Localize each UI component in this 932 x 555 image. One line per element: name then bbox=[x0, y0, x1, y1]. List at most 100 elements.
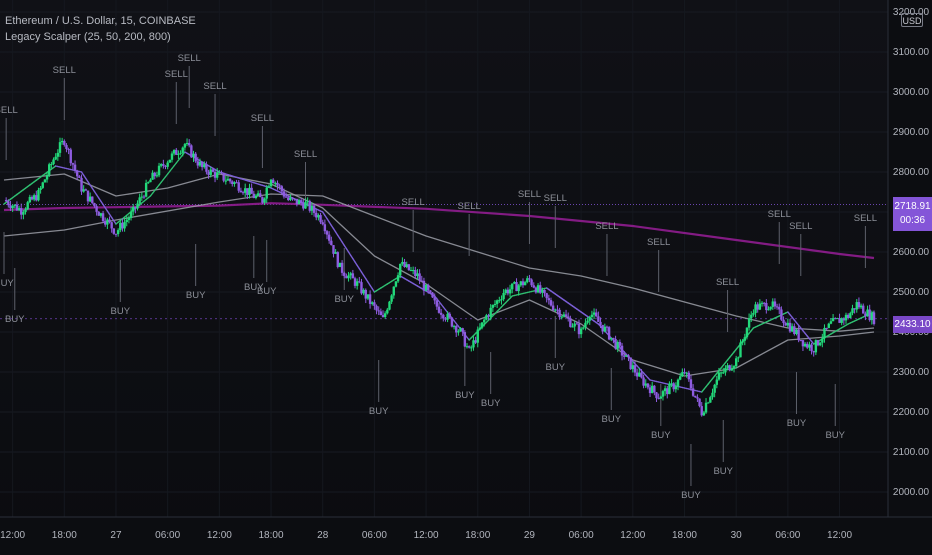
candle-body bbox=[827, 323, 830, 328]
candle-body bbox=[745, 327, 749, 338]
candle-body bbox=[196, 161, 200, 166]
candle-body bbox=[717, 372, 721, 380]
candle-body bbox=[646, 383, 650, 388]
candle-body bbox=[795, 329, 798, 335]
candle-body bbox=[147, 182, 150, 184]
ma800-price-tag: 2718.91 00:36 bbox=[893, 197, 932, 231]
candle-body bbox=[495, 300, 499, 304]
indicator-legend[interactable]: Legacy Scalper (25, 50, 200, 800) bbox=[5, 31, 171, 43]
candle-body bbox=[687, 372, 691, 380]
time-tick-label: 27 bbox=[110, 530, 122, 541]
candle-body bbox=[726, 365, 729, 368]
candle-body bbox=[666, 388, 669, 395]
time-tick-label: 12:00 bbox=[0, 530, 25, 541]
candle-body bbox=[831, 318, 835, 322]
candle-body bbox=[299, 200, 303, 204]
currency-button[interactable]: USD bbox=[901, 13, 923, 27]
candle-body bbox=[629, 357, 632, 370]
candle-body bbox=[567, 316, 570, 319]
candle-body bbox=[304, 201, 307, 209]
grid-layer bbox=[0, 0, 888, 517]
candle-body bbox=[282, 191, 286, 197]
candle-body bbox=[278, 185, 281, 187]
candle-body bbox=[228, 178, 232, 182]
candle-body bbox=[829, 321, 833, 324]
candle-body bbox=[250, 187, 253, 194]
candle-body bbox=[116, 230, 120, 235]
candle-body bbox=[737, 357, 740, 359]
time-tick-label: 12:00 bbox=[620, 530, 645, 541]
candle-body bbox=[84, 189, 88, 191]
candle-body bbox=[659, 396, 663, 399]
chart-area[interactable]: SELLSELLSELLSELLSELLSELLSELLSELLSELLSELL… bbox=[0, 0, 932, 550]
buy-signal-label: BUY bbox=[787, 418, 807, 429]
time-tick-label: 06:00 bbox=[155, 530, 180, 541]
candle-body bbox=[127, 217, 131, 220]
time-tick-label: 28 bbox=[317, 530, 329, 541]
candle-body bbox=[638, 372, 641, 377]
candle-body bbox=[758, 303, 762, 310]
candle-body bbox=[48, 164, 51, 175]
candle-body bbox=[539, 285, 542, 293]
candle-body bbox=[420, 280, 423, 282]
time-tick-label: 12:00 bbox=[414, 530, 439, 541]
candle-body bbox=[797, 329, 800, 341]
candle-body bbox=[685, 372, 688, 374]
candle-body bbox=[170, 153, 174, 160]
candle-body bbox=[732, 366, 736, 369]
candle-body bbox=[590, 314, 594, 318]
candle-body bbox=[605, 326, 609, 328]
candle-body bbox=[218, 172, 221, 174]
candle-body bbox=[788, 322, 792, 332]
moving-average-layer bbox=[3, 151, 875, 393]
candle-body bbox=[517, 285, 520, 292]
candle-body bbox=[872, 312, 876, 324]
candle-body bbox=[756, 304, 759, 310]
sell-signal-label: SELL bbox=[768, 209, 791, 220]
candle-body bbox=[765, 302, 768, 311]
candle-body bbox=[489, 307, 492, 317]
candle-body bbox=[157, 165, 161, 176]
candle-body bbox=[709, 397, 712, 403]
candle-body bbox=[327, 234, 331, 241]
candle-body bbox=[319, 215, 322, 223]
candle-body bbox=[187, 142, 191, 146]
price-axis-background bbox=[888, 0, 932, 517]
candle-body bbox=[480, 322, 484, 328]
candle-body bbox=[69, 149, 72, 164]
buy-signal-label: BUY bbox=[546, 362, 566, 373]
candle-body bbox=[142, 196, 146, 198]
candle-body bbox=[711, 392, 714, 398]
candle-body bbox=[579, 328, 583, 335]
symbol-legend[interactable]: Ethereum / U.S. Dollar, 15, COINBASE bbox=[5, 15, 196, 27]
candle-body bbox=[310, 205, 314, 211]
candle-body bbox=[185, 142, 189, 145]
price-chart[interactable]: SELLSELLSELLSELLSELLSELLSELLSELLSELLSELL… bbox=[0, 0, 932, 550]
candle-body bbox=[364, 289, 367, 299]
candle-body bbox=[868, 309, 871, 321]
price-tick-label: 2300.00 bbox=[893, 367, 930, 378]
candle-body bbox=[706, 402, 710, 404]
buy-signal-label: BUY bbox=[681, 490, 701, 501]
time-tick-label: 12:00 bbox=[827, 530, 852, 541]
candle-body bbox=[256, 193, 260, 196]
candle-body bbox=[762, 302, 766, 304]
candle-body bbox=[246, 188, 249, 195]
candle-body bbox=[713, 384, 716, 393]
candle-body bbox=[597, 316, 600, 322]
candle-body bbox=[446, 313, 449, 320]
candle-body bbox=[80, 177, 83, 192]
buy-signal-label: BUY bbox=[5, 314, 25, 325]
candle-body bbox=[284, 196, 288, 198]
candle-body bbox=[825, 327, 828, 329]
candle-body bbox=[330, 240, 333, 246]
candle-body bbox=[840, 318, 843, 323]
candle-body bbox=[683, 372, 686, 374]
candle-body bbox=[676, 379, 680, 387]
candle-body bbox=[349, 273, 352, 276]
candle-body bbox=[82, 189, 85, 192]
candle-body bbox=[129, 211, 133, 218]
sell-signal-label: SELL bbox=[402, 197, 425, 208]
candle-body bbox=[297, 200, 301, 205]
candle-body bbox=[442, 314, 445, 319]
